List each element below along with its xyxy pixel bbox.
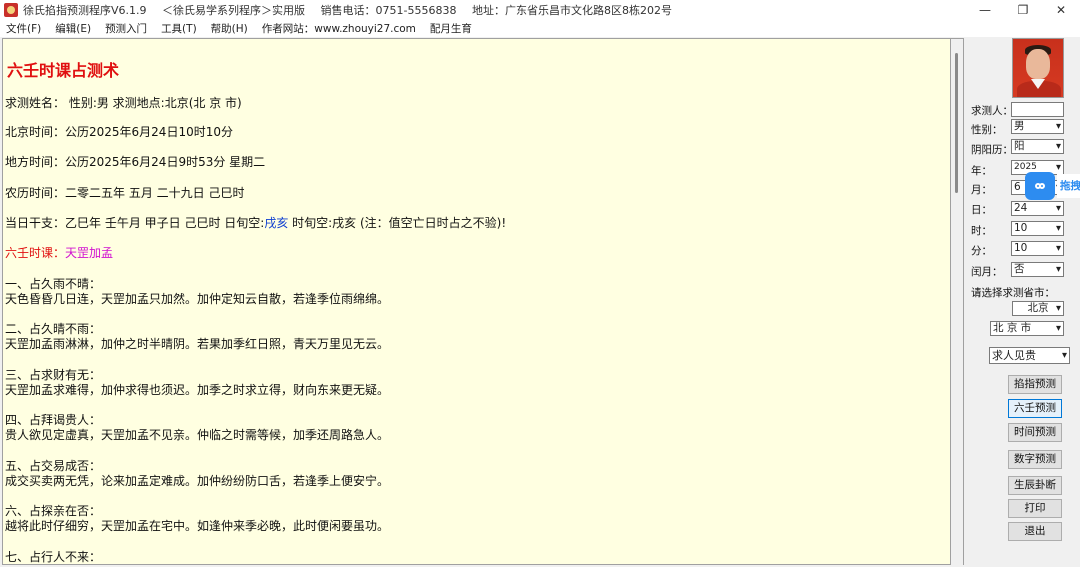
scroll-thumb[interactable] xyxy=(955,53,958,193)
asker-input[interactable] xyxy=(1011,102,1064,117)
gender-label: 性别： xyxy=(971,124,1003,136)
ganzhi-line: 当日干支：乙巳年 壬午月 甲子日 己巳时 日旬空:戌亥 时旬空:戌亥 (注：值空… xyxy=(5,214,506,231)
item-body: 天色昏昏几日连，天罡加孟只加然。加仲定知云自散，若逢季位雨绵绵。 xyxy=(5,292,390,306)
calendar-label: 阴阳历： xyxy=(971,144,1013,156)
lesson-label: 六壬时课： xyxy=(5,246,66,260)
menu-tools[interactable]: 工具(T) xyxy=(161,21,197,36)
window-title: 徐氏掐指预测程序V6.1.9 ＜徐氏易学系列程序＞实用版 销售电话：0751-5… xyxy=(23,2,684,18)
restore-button[interactable]: ❐ xyxy=(1004,0,1042,20)
item-body: 越将此时仔细穷，天罡加孟在宅中。如逢仲来季必晚，此时便闲要虽功。 xyxy=(5,519,390,533)
asker-label: 求测人： xyxy=(971,105,1013,117)
hour-label: 时： xyxy=(971,225,992,237)
birth-hexagram-button[interactable]: 生辰卦断 xyxy=(1008,476,1062,495)
leap-label: 闰月： xyxy=(971,266,1003,278)
ganzhi-empty: 戌亥 xyxy=(264,216,289,230)
title-app-name: 徐氏掐指预测程序V6.1.9 xyxy=(23,4,147,17)
item-body: 成交买卖两无凭，论来加孟定难成。加仲纷纷防口舌，若逢季上便安宁。 xyxy=(5,474,390,488)
city-prompt: 请选择求测省市： xyxy=(971,287,1055,299)
author-photo xyxy=(1012,38,1064,98)
result-title: 六壬时课占测术 xyxy=(7,61,120,80)
minute-select[interactable]: 10 xyxy=(1011,241,1064,256)
ganzhi-prefix: 当日干支：乙巳年 壬午月 甲子日 己巳时 日旬空: xyxy=(5,216,265,230)
menu-intro[interactable]: 预测入门 xyxy=(105,21,147,36)
local-time: 地方时间：公历2025年6月24日9时53分 星期二 xyxy=(5,155,266,169)
finger-predict-button[interactable]: 掐指预测 xyxy=(1008,375,1062,394)
calendar-select[interactable]: 阳 xyxy=(1011,139,1064,154)
menu-help[interactable]: 帮助(H) xyxy=(211,21,248,36)
minute-label: 分： xyxy=(971,245,992,257)
result-text-area[interactable]: 六壬时课占测术 求测姓名： 性别:男 求测地点:北京(北 京 市) 北京时间：公… xyxy=(2,38,951,565)
title-address: 地址：广东省乐昌市文化路8区8栋202号 xyxy=(471,4,672,17)
title-series: ＜徐氏易学系列程序＞实用版 xyxy=(162,4,306,17)
input-panel: 求测人： 性别： 男 阴阳历： 阳 年： 2025 月： 6 日： 24 时： … xyxy=(966,38,1080,567)
province-select[interactable]: 北京 xyxy=(1012,301,1064,316)
lesson-line: 六壬时课：天罡加孟 xyxy=(5,244,113,261)
menu-bar: 文件(F) 编辑(E) 预测入门 工具(T) 帮助(H) 作者网站：www.zh… xyxy=(0,20,1080,37)
name-line: 求测姓名： 性别:男 求测地点:北京(北 京 市) xyxy=(5,96,242,110)
title-phone: 销售电话：0751-5556838 xyxy=(320,4,457,17)
day-select[interactable]: 24 xyxy=(1011,201,1064,216)
leap-select[interactable]: 否 xyxy=(1011,262,1064,277)
month-label: 月： xyxy=(971,184,992,196)
city-select[interactable]: 北 京 市 xyxy=(990,321,1064,336)
gender-select[interactable]: 男 xyxy=(1011,119,1064,134)
menu-website[interactable]: 作者网站：www.zhouyi27.com xyxy=(262,21,416,36)
day-label: 日： xyxy=(971,204,992,216)
menu-edit[interactable]: 编辑(E) xyxy=(55,21,91,36)
menu-birth[interactable]: 配月生育 xyxy=(430,21,472,36)
topic-select[interactable]: 求人见贵 xyxy=(989,347,1070,364)
minimize-button[interactable]: — xyxy=(966,0,1004,20)
item-body: 天罡加孟求难得，加仲求得也须迟。加季之时求立得，财向东来更无疑。 xyxy=(5,383,390,397)
item-head: 七、占行人不来： xyxy=(5,550,102,564)
app-icon xyxy=(4,3,18,17)
time-predict-button[interactable]: 时间预测 xyxy=(1008,423,1062,442)
print-button[interactable]: 打印 xyxy=(1008,499,1062,518)
year-label: 年： xyxy=(971,165,992,177)
item-body: 贵人欲见定虚真，天罡加孟不见亲。仲临之时需等候，加季还周路急人。 xyxy=(5,428,390,442)
hour-select[interactable]: 10 xyxy=(1011,221,1064,236)
exit-button[interactable]: 退出 xyxy=(1008,522,1062,541)
menu-file[interactable]: 文件(F) xyxy=(6,21,41,36)
beijing-time: 北京时间：公历2025年6月24日10时10分 xyxy=(5,125,233,139)
liuren-predict-button[interactable]: 六壬预测 xyxy=(1008,399,1062,418)
item-body: 天罡加孟雨淋淋，加仲之时半晴阴。若果加季红日照，青天万里见无云。 xyxy=(5,337,390,351)
floating-widget-label[interactable]: 拖拽 xyxy=(1057,174,1080,198)
number-predict-button[interactable]: 数字预测 xyxy=(1008,450,1062,469)
lesson-value: 天罡加孟 xyxy=(65,246,114,260)
close-button[interactable]: ✕ xyxy=(1042,0,1080,20)
vertical-scrollbar[interactable] xyxy=(951,38,964,565)
title-bar: 徐氏掐指预测程序V6.1.9 ＜徐氏易学系列程序＞实用版 销售电话：0751-5… xyxy=(0,0,1080,20)
ganzhi-suffix: 时旬空:戌亥 (注：值空亡日时占之不验)! xyxy=(288,216,507,230)
lunar-time: 农历时间：二零二五年 五月 二十九日 己巳时 xyxy=(5,186,245,200)
cloud-share-icon[interactable] xyxy=(1025,172,1055,200)
